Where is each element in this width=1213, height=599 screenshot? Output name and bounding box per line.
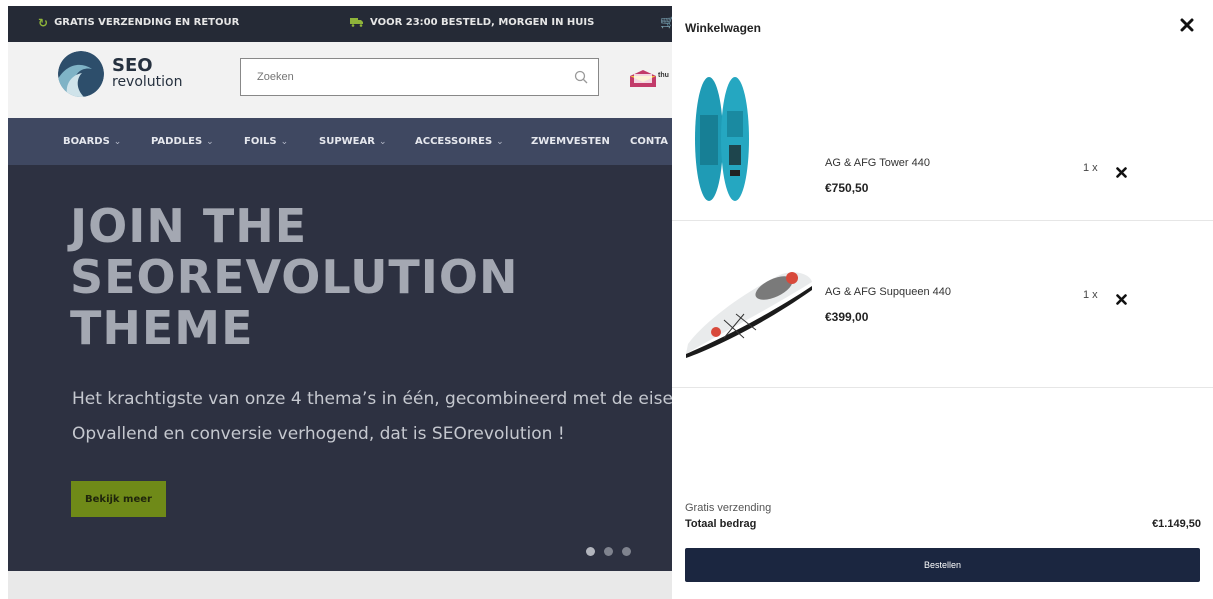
cart-item: AG & AFG Tower 440 €750,50 1 x	[672, 55, 1213, 221]
cart-item-price: €750,50	[825, 181, 869, 195]
cart-drawer: Winkelwagen AG & AFG Tower 440 €750,50 1…	[672, 6, 1213, 599]
remove-item-button[interactable]	[1115, 166, 1127, 178]
remove-item-button[interactable]	[1115, 293, 1127, 305]
close-cart-button[interactable]	[1179, 18, 1195, 34]
close-icon	[1180, 18, 1194, 32]
cart-title: Winkelwagen	[685, 21, 761, 35]
product-image-tower[interactable]	[684, 75, 814, 203]
cart-item-name[interactable]: AG & AFG Supqueen 440	[825, 286, 951, 298]
cart-item-quantity: 1 x	[1083, 289, 1098, 301]
cart-item-name[interactable]: AG & AFG Tower 440	[825, 157, 930, 169]
product-image-supqueen[interactable]	[684, 242, 814, 370]
checkout-button[interactable]: Bestellen	[685, 548, 1200, 582]
cart-item: AG & AFG Supqueen 440 €399,00 1 x	[672, 222, 1213, 388]
shipping-note: Gratis verzending	[685, 502, 772, 514]
page-overlay[interactable]	[0, 0, 676, 599]
cart-item-quantity: 1 x	[1083, 162, 1098, 174]
close-icon	[1115, 294, 1127, 305]
cart-item-price: €399,00	[825, 310, 869, 324]
close-icon	[1115, 167, 1127, 178]
total-value: €1.149,50	[1152, 518, 1201, 530]
total-label: Totaal bedrag	[685, 518, 757, 530]
